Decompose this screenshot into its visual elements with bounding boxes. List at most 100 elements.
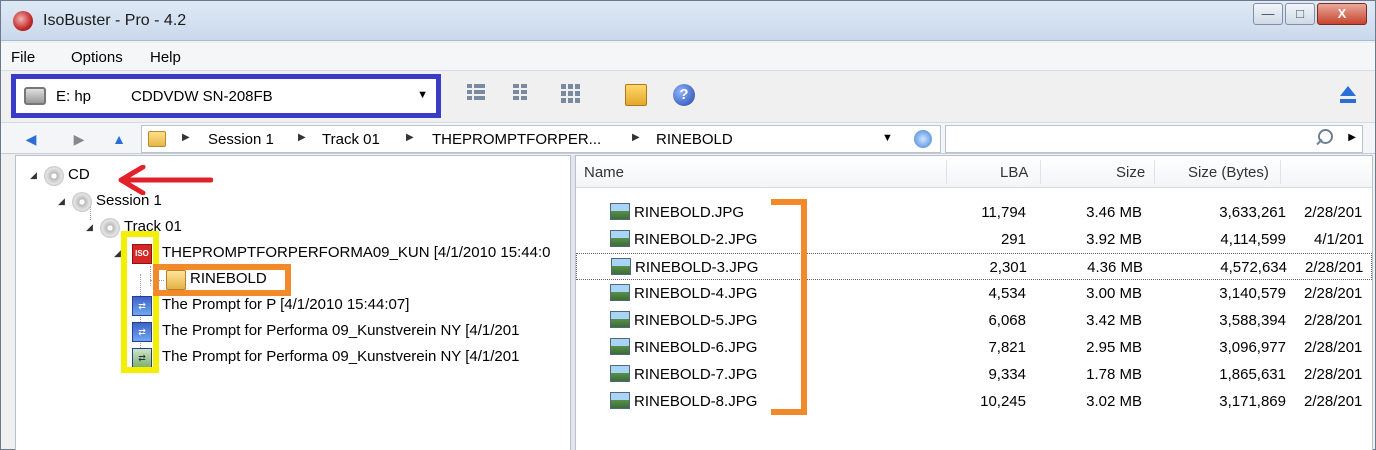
- file-name: RINEBOLD-4.JPG: [634, 285, 758, 302]
- file-size: 2.95 MB: [1086, 339, 1142, 356]
- tree-item-file[interactable]: ⇄ The Prompt for P [4/1/2010 15:44:07]: [132, 294, 570, 318]
- breadcrumb-separator-icon[interactable]: ▶: [406, 132, 414, 143]
- file-date: 2/28/201: [1304, 285, 1363, 302]
- list-item[interactable]: RINEBOLD-7.JPG 9,334 1.78 MB 1,865,631 2…: [576, 361, 1372, 388]
- menu-help[interactable]: Help: [150, 49, 181, 66]
- file-size: 3.02 MB: [1086, 393, 1142, 410]
- file-bytes: 4,572,634: [1220, 259, 1287, 276]
- file-list-pane: Name LBA Size Size (Bytes) RINEBOLD.JPG …: [575, 155, 1373, 450]
- tree-label: The Prompt for P [4/1/2010 15:44:07]: [162, 296, 410, 313]
- collapse-icon[interactable]: ◢: [30, 170, 37, 181]
- drive-letter: E: hp: [56, 88, 92, 105]
- file-lba: 291: [1000, 231, 1026, 248]
- minimize-button[interactable]: —: [1253, 3, 1283, 25]
- chevron-right-icon[interactable]: ▶: [1348, 132, 1356, 143]
- icons-view-icon[interactable]: [561, 84, 583, 106]
- tree-item-file[interactable]: ⇄ The Prompt for Performa 09_Kunstverein…: [132, 346, 570, 370]
- list-item[interactable]: RINEBOLD-4.JPG 4,534 3.00 MB 3,140,579 2…: [576, 280, 1372, 307]
- menu-file[interactable]: File: [11, 49, 35, 66]
- maximize-button[interactable]: □: [1285, 3, 1315, 25]
- search-icon[interactable]: [1314, 129, 1333, 147]
- chevron-down-icon[interactable]: ▼: [417, 89, 428, 101]
- tree-label: The Prompt for Performa 09_Kunstverein N…: [162, 322, 520, 339]
- breadcrumb-session[interactable]: Session 1: [208, 131, 274, 148]
- file-name: RINEBOLD.JPG: [634, 204, 745, 221]
- file-lba: 4,534: [988, 285, 1026, 302]
- folder-icon: [148, 131, 166, 147]
- column-divider[interactable]: [1154, 160, 1155, 184]
- eject-icon[interactable]: [1339, 86, 1357, 104]
- chevron-down-icon[interactable]: ▼: [882, 132, 893, 144]
- list-item[interactable]: RINEBOLD-8.JPG 10,245 3.02 MB 3,171,869 …: [576, 388, 1372, 415]
- file-size: 1.78 MB: [1086, 366, 1142, 383]
- back-icon[interactable]: ◀: [23, 131, 39, 147]
- file-lba: 9,334: [988, 366, 1026, 383]
- image-file-icon: [610, 230, 630, 247]
- image-file-icon: [611, 258, 631, 275]
- file-lba: 10,245: [980, 393, 1026, 410]
- file-lba: 6,068: [988, 312, 1026, 329]
- annotation-orange-highlight: [153, 264, 291, 296]
- isobuster-window: IsoBuster - Pro - 4.2 — □ X File Options…: [0, 0, 1376, 450]
- details-view-icon[interactable]: [467, 84, 489, 106]
- breadcrumb[interactable]: ▶ Session 1 ▶ Track 01 ▶ THEPROMPTFORPER…: [141, 125, 941, 153]
- annotation-orange-bracket: [771, 199, 807, 415]
- search-input[interactable]: ▶: [945, 125, 1363, 153]
- menu-bar: File Options Help: [1, 43, 1375, 71]
- window-title: IsoBuster - Pro - 4.2: [43, 12, 187, 29]
- cd-icon: [44, 166, 64, 186]
- file-name: RINEBOLD-2.JPG: [634, 231, 758, 248]
- forward-icon[interactable]: ▶: [71, 131, 87, 147]
- tree-item-iso[interactable]: ◢ ISO THEPROMPTFORPERFORMA09_KUN [4/1/20…: [114, 242, 570, 266]
- breadcrumb-folder[interactable]: RINEBOLD: [656, 131, 733, 148]
- image-file-icon: [610, 365, 630, 382]
- help-icon[interactable]: ?: [673, 84, 695, 106]
- column-divider[interactable]: [1040, 160, 1041, 184]
- list-item[interactable]: RINEBOLD-2.JPG 291 3.92 MB 4,114,599 4/1…: [576, 226, 1372, 253]
- track-icon: [100, 218, 120, 238]
- column-name[interactable]: Name: [584, 164, 624, 181]
- tree-pane: ◢ CD ◢ Session 1 ◢ Track 01 ◢ ISO THEPRO…: [15, 155, 571, 450]
- column-lba[interactable]: LBA: [1000, 164, 1028, 181]
- collapse-icon[interactable]: ◢: [58, 196, 65, 207]
- up-icon[interactable]: ▲: [111, 131, 127, 147]
- list-item[interactable]: RINEBOLD-6.JPG 7,821 2.95 MB 3,096,977 2…: [576, 334, 1372, 361]
- file-name: RINEBOLD-6.JPG: [634, 339, 758, 356]
- collapse-icon[interactable]: ◢: [114, 248, 121, 259]
- list-item[interactable]: RINEBOLD-5.JPG 6,068 3.42 MB 3,588,394 2…: [576, 307, 1372, 334]
- breadcrumb-separator-icon[interactable]: ▶: [298, 132, 306, 143]
- menu-options[interactable]: Options: [71, 49, 123, 66]
- column-size[interactable]: Size: [1116, 164, 1145, 181]
- breadcrumb-iso[interactable]: THEPROMPTFORPER...: [432, 131, 601, 148]
- list-view-icon[interactable]: [513, 84, 535, 106]
- isobuster-app-icon: [13, 11, 33, 31]
- file-bytes: 3,140,579: [1219, 285, 1286, 302]
- toolbar: E: hp CDDVDW SN-208FB ▼ ?: [1, 72, 1375, 120]
- drive-model: CDDVDW SN-208FB: [131, 88, 273, 105]
- collapse-icon[interactable]: ◢: [86, 222, 93, 233]
- file-date: 2/28/201: [1304, 204, 1363, 221]
- column-divider[interactable]: [1280, 160, 1281, 184]
- refresh-icon[interactable]: [914, 130, 932, 148]
- tree-item-file[interactable]: ⇄ The Prompt for Performa 09_Kunstverein…: [132, 320, 570, 344]
- breadcrumb-track[interactable]: Track 01: [322, 131, 380, 148]
- file-lba: 2,301: [989, 259, 1027, 276]
- close-button[interactable]: X: [1317, 3, 1367, 25]
- extract-folder-icon[interactable]: [625, 84, 647, 106]
- column-size-bytes[interactable]: Size (Bytes): [1188, 164, 1269, 181]
- list-header: Name LBA Size Size (Bytes): [576, 156, 1372, 188]
- file-date: 2/28/201: [1304, 312, 1363, 329]
- file-date: 2/28/201: [1304, 393, 1363, 410]
- file-size: 3.42 MB: [1086, 312, 1142, 329]
- breadcrumb-separator-icon[interactable]: ▶: [632, 132, 640, 143]
- image-file-icon: [610, 284, 630, 301]
- file-size: 3.46 MB: [1086, 204, 1142, 221]
- breadcrumb-separator-icon[interactable]: ▶: [182, 132, 190, 143]
- drive-selector[interactable]: E: hp CDDVDW SN-208FB ▼: [11, 74, 441, 118]
- file-bytes: 3,171,869: [1219, 393, 1286, 410]
- column-divider[interactable]: [946, 160, 947, 184]
- image-file-icon: [610, 392, 630, 409]
- list-item-selected[interactable]: RINEBOLD-3.JPG 2,301 4.36 MB 4,572,634 2…: [576, 253, 1372, 280]
- tree-label: The Prompt for Performa 09_Kunstverein N…: [162, 348, 520, 365]
- list-item[interactable]: RINEBOLD.JPG 11,794 3.46 MB 3,633,261 2/…: [576, 199, 1372, 226]
